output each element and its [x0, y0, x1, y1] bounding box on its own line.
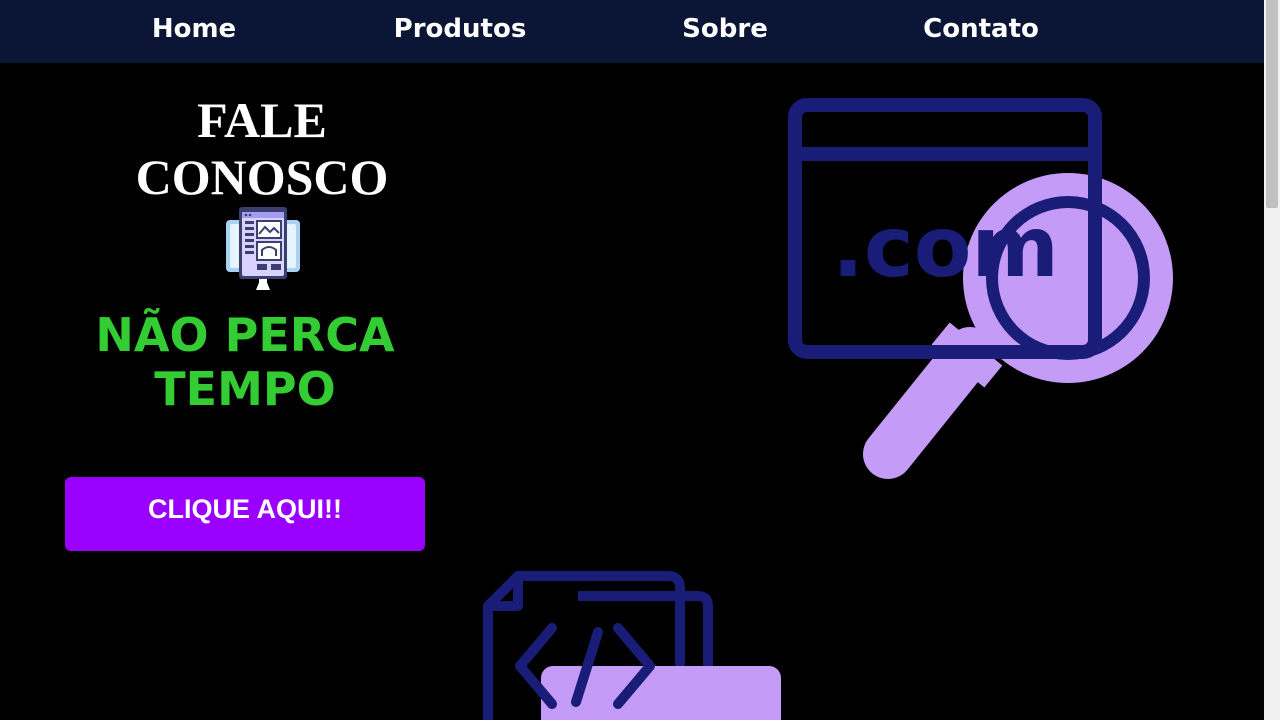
dashboard-monitor-icon [226, 207, 300, 290]
nav-link-produtos[interactable]: Produtos [394, 11, 527, 47]
hero-heading: FALE CONOSCO [112, 92, 412, 206]
hero-heading-line2: CONOSCO [135, 149, 389, 205]
page: Home Produtos Sobre Contato FALE CONOSCO… [0, 0, 1280, 720]
hero-heading-line1: FALE [197, 92, 327, 148]
web-search-icon: .com [788, 98, 1173, 479]
scrollbar-thumb[interactable] [1266, 0, 1278, 208]
nav-link-home[interactable]: Home [152, 11, 236, 47]
nav-link-contato[interactable]: Contato [923, 11, 1039, 47]
hero-tagline-line2: TEMPO [154, 362, 336, 416]
top-navbar: Home Produtos Sobre Contato [0, 0, 1264, 63]
web-search-domain-text: .com [832, 198, 1059, 296]
hero-tagline: NÃO PERCA TEMPO [70, 308, 420, 416]
code-file-icon [483, 571, 781, 720]
hero-tagline-line1: NÃO PERCA [95, 308, 395, 362]
cta-button[interactable]: CLIQUE AQUI!! [65, 477, 425, 551]
nav-link-sobre[interactable]: Sobre [682, 11, 768, 47]
